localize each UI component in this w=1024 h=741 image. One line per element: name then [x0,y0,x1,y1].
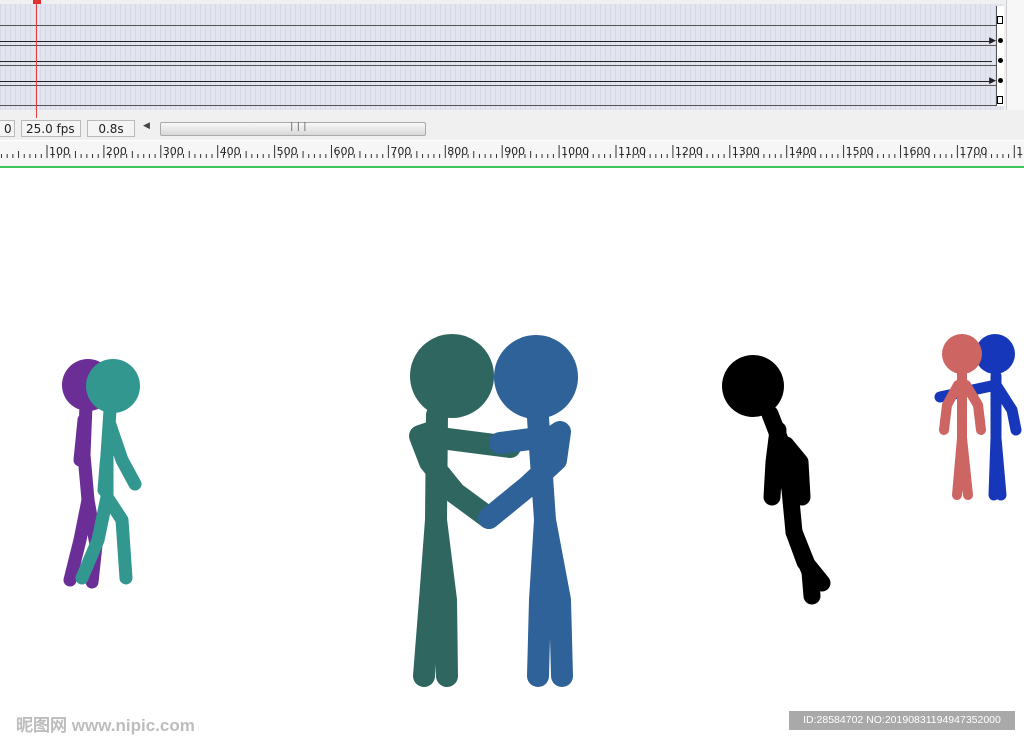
timeline-status-bar: 0 25.0 fps 0.8s ◀ ❘❘❘ [0,118,1024,140]
ruler-label: 900 [504,145,525,158]
frame-rate-field[interactable]: 25.0 fps [21,120,81,137]
ruler-label: 1400 [789,145,817,158]
black-figure[interactable] [722,355,831,605]
ruler-label: 1300 [732,145,760,158]
ruler-label: 800 [447,145,468,158]
timeline-layer-row[interactable] [0,46,1004,66]
motion-tween-line [0,81,992,82]
ruler-label: 700 [390,145,411,158]
watermark-id-badge: ID:28584702 NO:20190831194947352000 [789,711,1015,730]
timeline-panel: ▶ ▶ [0,0,1024,118]
ruler-label: 500 [277,145,298,158]
motion-tween-line [0,41,992,42]
playhead-handle[interactable] [33,0,41,4]
ruler-label: 18 [1016,145,1024,158]
ruler-label: 1200 [675,145,703,158]
stage-canvas[interactable] [0,170,1024,741]
ruler-label: 1000 [561,145,589,158]
ruler-ticks: 100 200 300 400 500 600 700 800 900 1000 1100 1200 1… [0,145,1024,158]
ruler-label: 1100 [618,145,646,158]
keyframe[interactable] [996,46,1004,66]
ruler-label: 300 [163,145,184,158]
current-frame-field[interactable]: 0 [0,120,15,137]
ruler-label: 600 [334,145,355,158]
timeline-layer-row[interactable] [0,86,1004,106]
timeline-layer-row[interactable]: ▶ [0,66,1004,86]
stage-drawing [62,334,1022,687]
ruler-label: 1600 [903,145,931,158]
scroll-left-arrow-icon[interactable]: ◀ [143,121,150,131]
empty-keyframe[interactable] [996,86,1004,106]
ruler-label: 200 [106,145,127,158]
keyframe[interactable] [996,26,1004,46]
keyframe[interactable] [996,66,1004,86]
playhead-line[interactable] [36,0,37,118]
motion-tween-line [0,61,992,62]
ruler-label: 100 [49,145,70,158]
timeline-layer-row[interactable]: ▶ [0,26,1004,46]
timeline-scrollbar[interactable] [1006,0,1024,110]
blue-figure[interactable] [478,335,578,687]
watermark-logo: 昵图网 www.nipic.com [16,716,195,735]
frame-grid[interactable]: ▶ ▶ [0,4,1004,110]
timeline-layer-row[interactable] [0,6,1004,26]
ruler-label: 400 [220,145,241,158]
ruler-label: 1700 [959,145,987,158]
scrollbar-grip-icon: ❘❘❘ [288,122,309,132]
ruler-label: 1500 [846,145,874,158]
horizontal-ruler: 100 200 300 400 500 600 700 800 900 1000 1100 1200 1… [0,141,1024,168]
tween-arrow-icon: ▶ [989,36,996,46]
salmon-figure[interactable] [939,334,986,500]
empty-keyframe[interactable] [996,6,1004,26]
tween-arrow-icon: ▶ [989,76,996,86]
elapsed-time-field: 0.8s [87,120,135,137]
